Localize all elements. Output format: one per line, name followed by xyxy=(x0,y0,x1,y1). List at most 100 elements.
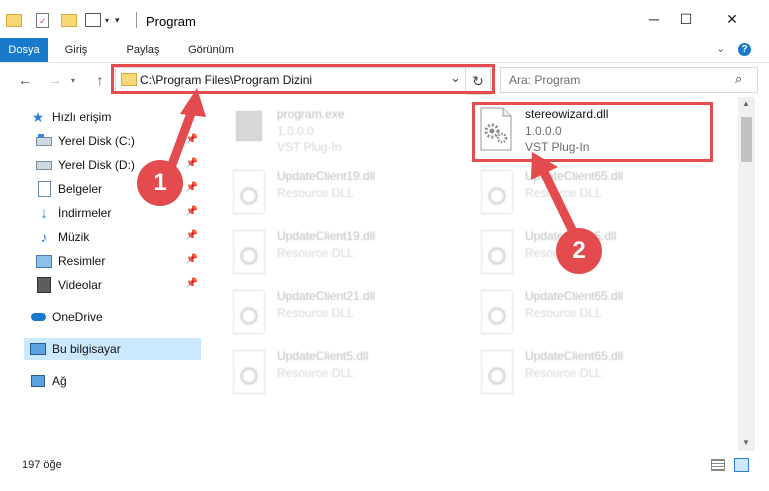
dll-icon xyxy=(230,229,266,274)
title-bar: ✓ ▾ ▾ Program ─ ☐ ✕ xyxy=(0,0,769,38)
sidebar-item-local-disk-c[interactable]: Yerel Disk (C:) 📌 xyxy=(36,130,200,152)
callout-2: 2 xyxy=(556,228,602,274)
chevron-down-icon[interactable]: ▾ xyxy=(105,16,109,25)
maximize-button[interactable]: ☐ xyxy=(663,0,709,38)
search-box[interactable]: Ara: Program ⌕ xyxy=(500,67,758,93)
pin-icon: 📌 xyxy=(185,182,198,193)
sidebar-item-label: Yerel Disk (D:) xyxy=(58,158,135,172)
tab-view[interactable]: Görünüm xyxy=(180,38,242,62)
scroll-up-icon[interactable]: ▲ xyxy=(742,99,750,108)
pin-icon: 📌 xyxy=(185,230,198,241)
window-title: Program xyxy=(146,14,196,29)
videos-icon xyxy=(36,277,52,293)
title-separator xyxy=(136,12,137,28)
arrow-right-icon: → xyxy=(48,72,62,88)
file-item[interactable]: UpdateClient19.dll Resource DLL xyxy=(230,227,460,283)
sidebar-item-videos[interactable]: Videolar 📌 xyxy=(36,274,200,296)
sidebar-item-pictures[interactable]: Resimler 📌 xyxy=(36,250,200,272)
help-icon[interactable]: ? xyxy=(738,43,751,56)
expand-ribbon-icon[interactable]: ⌄ xyxy=(716,42,725,55)
sidebar-item-label: Ağ xyxy=(52,374,67,388)
ribbon: Dosya Giriş Paylaş Görünüm ⌄ ? xyxy=(0,38,769,63)
sidebar-item-music[interactable]: ♪ Müzik 📌 xyxy=(36,226,200,248)
properties-icon[interactable]: ✓ xyxy=(36,12,49,28)
sidebar-item-label: OneDrive xyxy=(52,310,103,324)
sidebar-item-onedrive[interactable]: OneDrive xyxy=(30,306,230,328)
scrollbar-thumb[interactable] xyxy=(741,117,752,162)
forward-button[interactable]: → xyxy=(45,71,65,89)
sidebar-item-label: Videolar xyxy=(58,278,102,292)
documents-icon xyxy=(36,181,52,197)
exe-icon xyxy=(230,107,266,151)
back-button[interactable]: ← xyxy=(15,71,35,89)
quick-access-toolbar: ✓ ▾ ▾ xyxy=(6,11,120,29)
scroll-down-icon[interactable]: ▼ xyxy=(742,438,750,447)
file-item[interactable]: UpdateClient5.dll Resource DLL xyxy=(230,347,460,403)
sidebar-item-label: Yerel Disk (C:) xyxy=(58,134,135,148)
tab-file[interactable]: Dosya xyxy=(0,38,48,62)
tab-share[interactable]: Paylaş xyxy=(118,38,168,62)
arrow-left-icon: ← xyxy=(18,72,32,88)
pin-icon: 📌 xyxy=(185,158,198,169)
downloads-icon: ↓ xyxy=(40,204,48,222)
close-button[interactable]: ✕ xyxy=(709,0,755,38)
sidebar-item-label: İndirmeler xyxy=(58,206,112,220)
new-folder-icon[interactable] xyxy=(61,13,77,27)
folder-icon xyxy=(6,13,22,27)
sidebar-item-this-pc[interactable]: Bu bilgisayar xyxy=(24,338,201,360)
dll-icon xyxy=(230,349,266,394)
file-item[interactable]: UpdateClient65.dll Resource DLL xyxy=(478,167,708,223)
network-icon xyxy=(30,373,46,389)
sidebar-item-label: Hızlı erişim xyxy=(52,110,112,124)
item-count: 197 öğe xyxy=(22,459,62,471)
sidebar-item-label: Müzik xyxy=(58,230,90,244)
vertical-scrollbar[interactable]: ▲ ▼ xyxy=(738,97,755,451)
star-icon: ★ xyxy=(31,108,45,125)
drive-c-icon xyxy=(36,133,52,149)
file-item[interactable]: UpdateClient21.dll Resource DLL xyxy=(230,287,460,343)
sidebar-item-quick-access[interactable]: ★ Hızlı erişim xyxy=(30,106,230,128)
sidebar-item-label: Bu bilgisayar xyxy=(52,342,121,356)
computer-icon xyxy=(30,341,46,357)
file-highlight xyxy=(472,102,713,162)
up-button[interactable]: ↑ xyxy=(90,71,110,89)
sidebar-item-downloads[interactable]: ↓ İndirmeler 📌 xyxy=(36,202,200,224)
status-bar: 197 öğe xyxy=(0,451,769,491)
tiles-view-icon[interactable] xyxy=(734,458,749,472)
file-item[interactable]: UpdateClient19.dll Resource DLL xyxy=(230,167,460,223)
sidebar-item-label: Resimler xyxy=(58,254,106,268)
tab-home[interactable]: Giriş xyxy=(58,38,94,62)
pictures-icon xyxy=(36,253,52,269)
pin-icon: 📌 xyxy=(185,206,198,217)
dll-icon xyxy=(478,289,514,334)
recent-locations-button[interactable]: ▾ xyxy=(68,71,78,89)
arrow-up-icon: ↑ xyxy=(96,72,104,88)
search-input[interactable]: Ara: Program xyxy=(509,73,580,87)
minimize-icon: ─ xyxy=(649,11,659,27)
sidebar-item-label: Belgeler xyxy=(58,182,103,196)
dll-icon xyxy=(478,169,514,214)
close-icon: ✕ xyxy=(726,10,738,27)
dll-icon xyxy=(230,289,266,334)
file-item[interactable]: UpdateClient65.dll Resource DLL xyxy=(478,347,708,403)
file-item[interactable]: program.exe 1.0.0.0 VST Plug-In xyxy=(230,105,460,161)
chevron-down-icon: ▾ xyxy=(70,75,75,85)
drive-d-icon xyxy=(36,157,52,173)
view-options-icon[interactable] xyxy=(85,13,101,27)
pin-icon: 📌 xyxy=(185,134,198,145)
callout-1: 1 xyxy=(137,160,183,206)
navigation-pane: ★ Hızlı erişim Yerel Disk (C:) 📌 Yerel D… xyxy=(0,97,205,451)
dll-icon xyxy=(478,229,514,274)
customize-toolbar-icon[interactable]: ▾ xyxy=(115,15,120,26)
pin-icon: 📌 xyxy=(185,278,198,289)
address-highlight xyxy=(111,64,495,94)
dll-icon xyxy=(478,349,514,394)
music-icon: ♪ xyxy=(40,229,48,245)
search-icon[interactable]: ⌕ xyxy=(735,71,742,87)
maximize-icon: ☐ xyxy=(679,10,693,27)
dll-icon xyxy=(230,169,266,214)
file-item[interactable]: UpdateClient65.dll Resource DLL xyxy=(478,287,708,343)
pin-icon: 📌 xyxy=(185,254,198,265)
sidebar-item-network[interactable]: Ağ xyxy=(30,370,230,392)
details-view-icon[interactable] xyxy=(711,459,725,471)
